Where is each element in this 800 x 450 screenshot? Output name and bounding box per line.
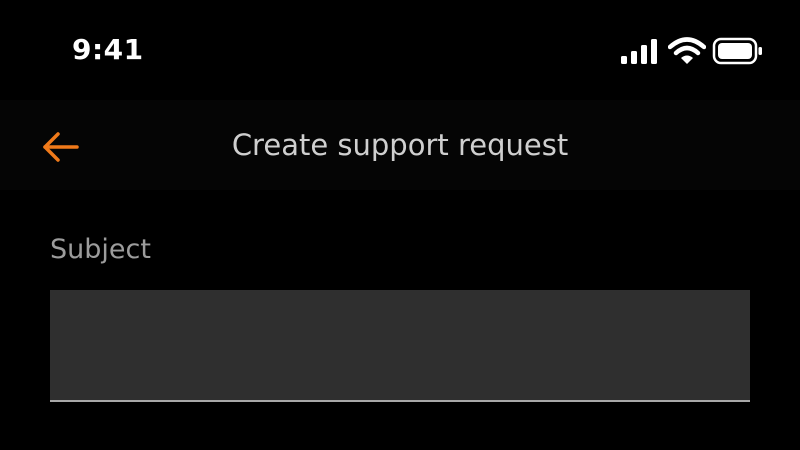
subject-label: Subject bbox=[50, 234, 151, 265]
arrow-left-icon bbox=[43, 132, 79, 162]
battery-icon bbox=[712, 37, 762, 65]
status-bar: 9:41 bbox=[0, 0, 800, 100]
status-time: 9:41 bbox=[72, 33, 144, 66]
wifi-icon bbox=[668, 37, 706, 64]
nav-bar: Create support request bbox=[0, 100, 800, 190]
signal-icon bbox=[621, 39, 657, 64]
page-title: Create support request bbox=[231, 128, 569, 162]
back-button[interactable] bbox=[32, 122, 88, 172]
subject-input[interactable] bbox=[50, 290, 750, 402]
support-request-form: Subject bbox=[50, 230, 750, 402]
